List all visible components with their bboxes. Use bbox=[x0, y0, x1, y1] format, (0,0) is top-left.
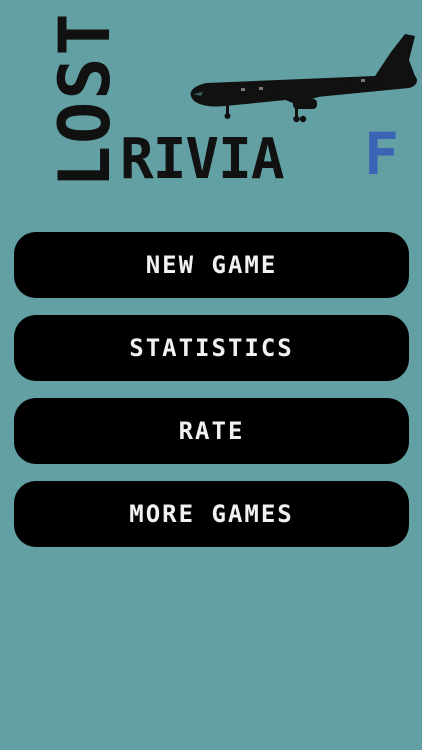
header-logo-area: LOST RIVIA F bbox=[0, 0, 422, 210]
statistics-button[interactable]: STATISTICS bbox=[14, 315, 409, 381]
airplane-icon bbox=[190, 34, 417, 123]
logo-lost: LOST bbox=[44, 11, 126, 190]
more-games-button-label: MORE GAMES bbox=[129, 500, 294, 528]
rate-button[interactable]: RATE bbox=[14, 398, 409, 464]
statistics-button-label: STATISTICS bbox=[129, 334, 294, 362]
rate-button-label: RATE bbox=[178, 417, 245, 445]
main-menu: NEW GAME STATISTICS RATE MORE GAMES bbox=[14, 232, 409, 564]
more-games-button[interactable]: MORE GAMES bbox=[14, 481, 409, 547]
logo-lost-text: LOST bbox=[44, 11, 126, 188]
new-game-button-label: NEW GAME bbox=[145, 251, 278, 279]
logo-badge-letter: F bbox=[364, 120, 399, 188]
new-game-button[interactable]: NEW GAME bbox=[14, 232, 409, 298]
logo-trivia-text: RIVIA bbox=[120, 127, 285, 192]
